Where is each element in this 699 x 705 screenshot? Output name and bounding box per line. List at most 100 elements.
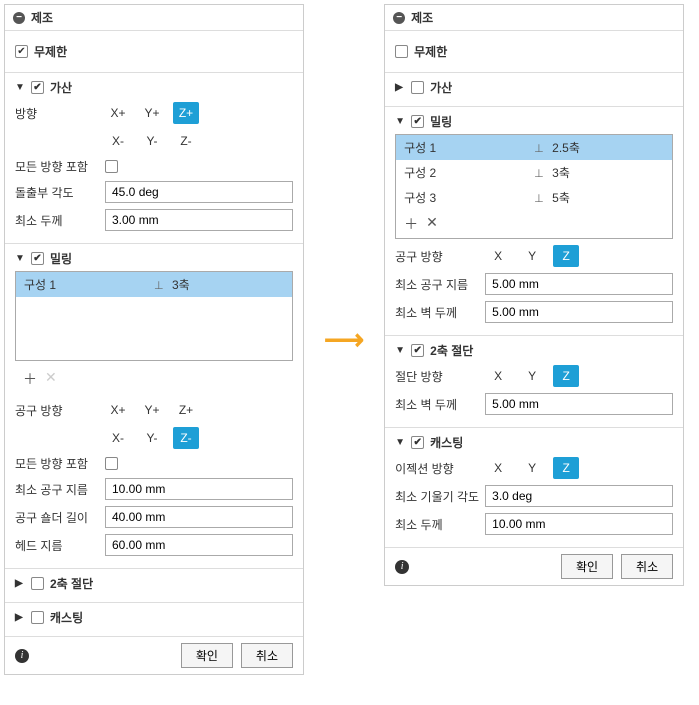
min-tool-dia-label: 최소 공구 지름: [15, 481, 105, 498]
protrusion-angle-input[interactable]: [105, 181, 293, 203]
list-item[interactable]: 구성 3 ⊥5축: [396, 185, 672, 210]
header-milling[interactable]: ▼ 밀링: [395, 113, 673, 130]
add-icon[interactable]: ＋: [23, 369, 37, 389]
panel-header: − 제조: [5, 5, 303, 31]
section-casting: ▶ 캐스팅: [5, 603, 303, 637]
tool-shoulder-len-label: 공구 숄더 길이: [15, 509, 105, 526]
casting-checkbox[interactable]: [411, 436, 424, 449]
axis-zp[interactable]: Z+: [173, 399, 199, 421]
remove-icon[interactable]: ✕: [45, 369, 57, 389]
all-dirs-checkbox[interactable]: [105, 457, 118, 470]
header-casting[interactable]: ▼ 캐스팅: [395, 434, 673, 451]
cut-dir-buttons: X Y Z: [485, 365, 579, 387]
cancel-button[interactable]: 취소: [621, 554, 673, 579]
additive-checkbox[interactable]: [31, 81, 44, 94]
axis-xp[interactable]: X+: [105, 399, 131, 421]
additive-checkbox[interactable]: [411, 81, 424, 94]
head-dia-input[interactable]: [105, 534, 293, 556]
axis-y[interactable]: Y: [519, 245, 545, 267]
config-name: 구성 1: [404, 139, 534, 156]
min-tool-dia-input[interactable]: [485, 273, 673, 295]
axis-zp[interactable]: Z+: [173, 102, 199, 124]
section-additive: ▶ 가산: [385, 73, 683, 107]
header-additive[interactable]: ▼ 가산: [15, 79, 293, 96]
axis-y[interactable]: Y: [519, 365, 545, 387]
ejection-dir-buttons: X Y Z: [485, 457, 579, 479]
section-two-axis: ▶ 2축 절단: [5, 569, 303, 603]
tool-shoulder-len-input[interactable]: [105, 506, 293, 528]
min-wall-thick-input[interactable]: [485, 393, 673, 415]
min-thickness-input[interactable]: [105, 209, 293, 231]
axis-x[interactable]: X: [485, 457, 511, 479]
two-axis-checkbox[interactable]: [411, 344, 424, 357]
chevron-right-icon: ▶: [15, 612, 27, 623]
config-axis: 3축: [552, 166, 570, 180]
axis-y[interactable]: Y: [519, 457, 545, 479]
chevron-down-icon: ▼: [15, 253, 27, 264]
add-icon[interactable]: ＋: [404, 214, 418, 234]
axis-ym[interactable]: Y-: [139, 130, 165, 152]
head-dia-label: 헤드 지름: [15, 537, 105, 554]
config-axis: 2.5축: [552, 141, 580, 155]
axis-xp[interactable]: X+: [105, 102, 131, 124]
axis-zm[interactable]: Z-: [173, 427, 199, 449]
header-milling[interactable]: ▼ 밀링: [15, 250, 293, 267]
unlimited-checkbox[interactable]: [15, 45, 28, 58]
list-item[interactable]: 구성 1 ⊥2.5축: [396, 135, 672, 160]
panel-right: − 제조 무제한 ▶ 가산 ▼ 밀링 구성: [384, 4, 684, 586]
axis-z[interactable]: Z: [553, 457, 579, 479]
axis-xm[interactable]: X-: [105, 427, 131, 449]
list-item[interactable]: 구성 2 ⊥3축: [396, 160, 672, 185]
min-thickness-input[interactable]: [485, 513, 673, 535]
footer: i 확인 취소: [5, 637, 303, 674]
config-name: 구성 3: [404, 189, 534, 206]
milling-checkbox[interactable]: [31, 252, 44, 265]
axis-ym[interactable]: Y-: [139, 427, 165, 449]
arrow-right-icon: ⟶: [324, 323, 364, 356]
panel-title: 제조: [411, 9, 433, 26]
unlimited-label: 무제한: [414, 43, 447, 60]
chevron-down-icon: ▼: [395, 345, 407, 356]
min-wall-thick-label: 최소 벽 두께: [395, 304, 485, 321]
tool-dir-label: 공구 방향: [15, 402, 105, 419]
header-two-axis[interactable]: ▼ 2축 절단: [395, 342, 673, 359]
chevron-down-icon: ▼: [395, 116, 407, 127]
ok-button[interactable]: 확인: [561, 554, 613, 579]
tool-dir-buttons-neg: X- Y- Z-: [105, 427, 199, 449]
header-two-axis[interactable]: ▶ 2축 절단: [15, 575, 293, 592]
unlimited-checkbox[interactable]: [395, 45, 408, 58]
tool-dir-buttons-pos: X+ Y+ Z+: [105, 399, 199, 421]
chevron-down-icon: ▼: [395, 437, 407, 448]
info-icon[interactable]: i: [15, 649, 29, 663]
axis-zm[interactable]: Z-: [173, 130, 199, 152]
panel-title: 제조: [31, 9, 53, 26]
list-item[interactable]: 구성 1 ⊥3축: [16, 272, 292, 297]
casting-checkbox[interactable]: [31, 611, 44, 624]
config-list: 구성 1 ⊥2.5축 구성 2 ⊥3축 구성 3 ⊥5축 ＋ ✕: [395, 134, 673, 239]
ok-button[interactable]: 확인: [181, 643, 233, 668]
milling-checkbox[interactable]: [411, 115, 424, 128]
direction-buttons: X+ Y+ Z+: [105, 102, 199, 124]
milling-label: 밀링: [430, 113, 452, 130]
remove-icon[interactable]: ✕: [426, 214, 438, 234]
axis-yp[interactable]: Y+: [139, 399, 165, 421]
min-draft-angle-input[interactable]: [485, 485, 673, 507]
cancel-button[interactable]: 취소: [241, 643, 293, 668]
two-axis-checkbox[interactable]: [31, 577, 44, 590]
section-milling: ▼ 밀링 구성 1 ⊥3축 ＋ ✕ 공구 방향 X+ Y+ Z+: [5, 244, 303, 569]
axis-x[interactable]: X: [485, 245, 511, 267]
header-additive[interactable]: ▶ 가산: [395, 79, 673, 96]
axis-yp[interactable]: Y+: [139, 102, 165, 124]
min-tool-dia-input[interactable]: [105, 478, 293, 500]
axis-xm[interactable]: X-: [105, 130, 131, 152]
min-tool-dia-label: 최소 공구 지름: [395, 276, 485, 293]
axis-z[interactable]: Z: [553, 245, 579, 267]
two-axis-label: 2축 절단: [50, 575, 93, 592]
min-wall-thick-input[interactable]: [485, 301, 673, 323]
config-name: 구성 2: [404, 164, 534, 181]
axis-x[interactable]: X: [485, 365, 511, 387]
all-dirs-checkbox[interactable]: [105, 160, 118, 173]
info-icon[interactable]: i: [395, 560, 409, 574]
axis-z[interactable]: Z: [553, 365, 579, 387]
header-casting[interactable]: ▶ 캐스팅: [15, 609, 293, 626]
